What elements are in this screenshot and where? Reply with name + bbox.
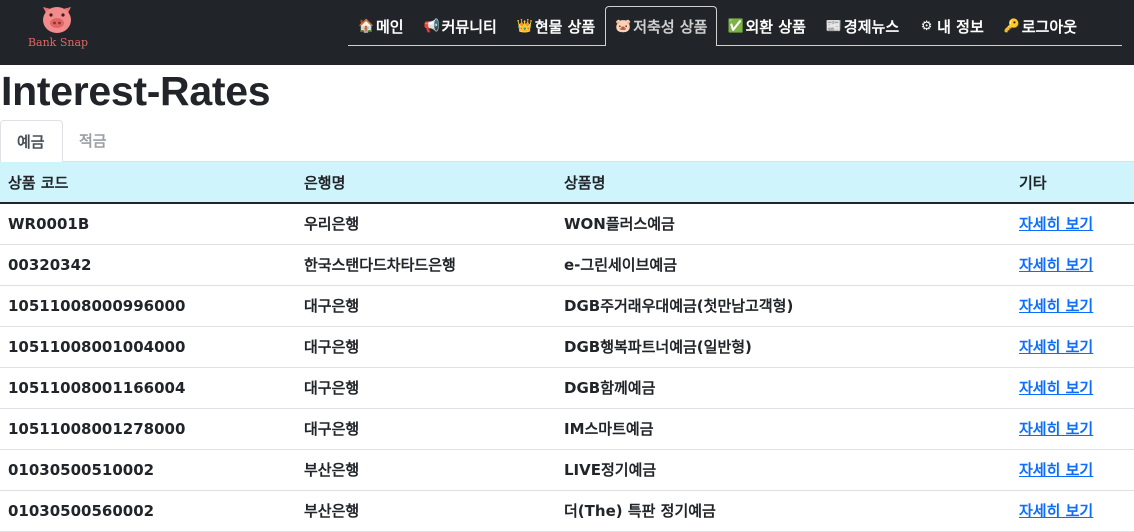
cell-product-code: WR0001B: [0, 203, 296, 245]
nav-label: 커뮤니티: [441, 17, 497, 36]
products-table: 상품 코드 은행명 상품명 기타 WR0001B 우리은행 WON플러스예금 자…: [0, 162, 1134, 532]
nav-label: 저축성 상품: [633, 18, 708, 36]
nav-item-community[interactable]: 📢 커뮤니티: [414, 6, 507, 45]
gear-icon: ⚙: [920, 18, 933, 34]
details-link[interactable]: 자세히 보기: [1019, 215, 1093, 233]
details-link[interactable]: 자세히 보기: [1019, 256, 1093, 274]
cell-product-name: 더(The) 특판 정기예금: [556, 490, 1011, 532]
cell-product-code: 01030500510002: [0, 449, 296, 491]
header-bank-name: 은행명: [296, 162, 556, 204]
cell-bank-name: 대구은행: [296, 367, 556, 409]
key-icon: 🔑: [1003, 18, 1020, 34]
megaphone-icon: 📢: [423, 18, 440, 34]
cell-bank-name: 부산은행: [296, 490, 556, 532]
header-product-code: 상품 코드: [0, 162, 296, 204]
nav-label: 현물 상품: [534, 17, 596, 36]
cell-product-name: IM스마트예금: [556, 408, 1011, 450]
nav-label: 내 정보: [937, 17, 984, 36]
details-link[interactable]: 자세히 보기: [1019, 379, 1093, 397]
details-link[interactable]: 자세히 보기: [1019, 338, 1093, 356]
main-nav: 🏠 메인 📢 커뮤니티 👑 현물 상품 🐷 저축성 상품 ✅ 외환 상품 📰 경…: [348, 6, 1122, 46]
nav-item-savings-products[interactable]: 🐷 저축성 상품: [605, 6, 718, 46]
chart-check-icon: ✅: [727, 18, 744, 34]
cell-product-name: WON플러스예금: [556, 203, 1011, 245]
table-row: 00320342 한국스탠다드차타드은행 e-그린세이브예금 자세히 보기: [0, 244, 1134, 286]
nav-item-fx-products[interactable]: ✅ 외환 상품: [717, 6, 815, 45]
nav-label: 외환 상품: [745, 17, 806, 36]
tab-deposit[interactable]: 예금: [0, 120, 63, 163]
table-row: 10511008001166004 대구은행 DGB함께예금 자세히 보기: [0, 367, 1134, 409]
cell-product-code: 10511008000996000: [0, 285, 296, 327]
table-row: 10511008001004000 대구은행 DGB행복파트너예금(일반형) 자…: [0, 326, 1134, 368]
nav-item-logout[interactable]: 🔑 로그아웃: [994, 6, 1087, 45]
cell-product-name: DGB주거래우대예금(첫만남고객형): [556, 285, 1011, 327]
top-navbar: Bank Snap 🏠 메인 📢 커뮤니티 👑 현물 상품 🐷 저축성 상품 ✅…: [0, 0, 1134, 65]
nav-label: 경제뉴스: [843, 17, 900, 36]
page-title: Interest-Rates: [1, 68, 271, 114]
cell-bank-name: 우리은행: [296, 203, 556, 245]
cell-bank-name: 대구은행: [296, 408, 556, 450]
nav-label: 로그아웃: [1021, 17, 1077, 36]
details-link[interactable]: 자세히 보기: [1019, 461, 1093, 479]
cell-product-code: 10511008001004000: [0, 326, 296, 368]
cell-product-code: 00320342: [0, 244, 296, 286]
cell-product-code: 10511008001278000: [0, 408, 296, 450]
nav-label: 메인: [376, 17, 404, 36]
nav-item-news[interactable]: 📰 경제뉴스: [816, 6, 909, 45]
cell-bank-name: 대구은행: [296, 285, 556, 327]
table-row: 01030500560002 부산은행 더(The) 특판 정기예금 자세히 보…: [0, 490, 1134, 532]
nav-item-my-info[interactable]: ⚙ 내 정보: [909, 6, 994, 45]
nav-item-main[interactable]: 🏠 메인: [348, 6, 414, 45]
table-row: 01030500510002 부산은행 LIVE정기예금 자세히 보기: [0, 449, 1134, 491]
cell-bank-name: 부산은행: [296, 449, 556, 491]
cell-product-name: LIVE정기예금: [556, 449, 1011, 491]
cell-product-name: DGB행복파트너예금(일반형): [556, 326, 1011, 368]
pig-icon: 🐷: [615, 19, 632, 34]
house-icon: 🏠: [358, 18, 375, 34]
pig-logo-icon: [43, 7, 71, 33]
table-row: WR0001B 우리은행 WON플러스예금 자세히 보기: [0, 203, 1134, 245]
table-header-row: 상품 코드 은행명 상품명 기타: [0, 162, 1134, 204]
cell-bank-name: 한국스탠다드차타드은행: [296, 244, 556, 286]
details-link[interactable]: 자세히 보기: [1019, 420, 1093, 438]
brand-name: Bank Snap: [27, 36, 89, 49]
details-link[interactable]: 자세히 보기: [1019, 297, 1093, 315]
details-link[interactable]: 자세히 보기: [1019, 502, 1093, 520]
cell-product-name: DGB함께예금: [556, 367, 1011, 409]
table-row: 10511008000996000 대구은행 DGB주거래우대예금(첫만남고객형…: [0, 285, 1134, 327]
cell-bank-name: 대구은행: [296, 326, 556, 368]
cell-product-code: 01030500560002: [0, 490, 296, 532]
tab-installment-savings[interactable]: 적금: [63, 120, 123, 162]
header-product-name: 상품명: [556, 162, 1011, 204]
nav-item-spot-products[interactable]: 👑 현물 상품: [507, 6, 605, 45]
table-row: 10511008001278000 대구은행 IM스마트예금 자세히 보기: [0, 408, 1134, 450]
cell-product-name: e-그린세이브예금: [556, 244, 1011, 286]
crown-icon: 👑: [516, 18, 533, 34]
newspaper-icon: 📰: [825, 18, 843, 34]
header-etc: 기타: [1011, 162, 1134, 204]
cell-product-code: 10511008001166004: [0, 367, 296, 409]
product-type-tabs: 예금 적금: [0, 120, 1134, 163]
brand-home-link[interactable]: Bank Snap: [24, 3, 92, 53]
